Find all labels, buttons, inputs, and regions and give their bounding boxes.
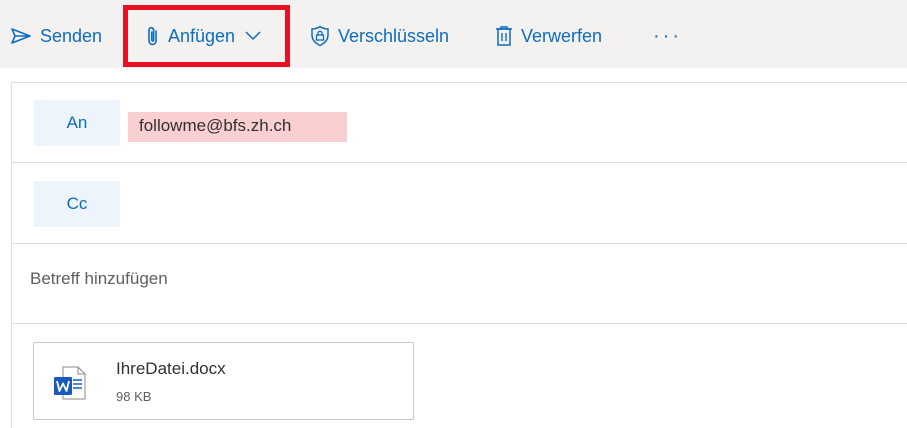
attachment-name: IhreDatei.docx	[116, 359, 226, 378]
send-label: Senden	[40, 25, 103, 46]
send-button[interactable]: Senden	[10, 22, 102, 50]
cc-button[interactable]: Cc	[34, 181, 120, 227]
discard-button[interactable]: Verwerfen	[495, 22, 602, 50]
attach-label: Anfügen	[168, 25, 236, 46]
send-icon	[10, 27, 32, 45]
more-options-button[interactable]: ···	[653, 22, 682, 50]
encrypt-button[interactable]: Verschlüsseln	[310, 22, 449, 50]
chevron-down-icon[interactable]	[245, 31, 261, 41]
trash-icon	[495, 25, 513, 47]
more-options-icon: ···	[653, 24, 682, 47]
compose-form: An followme@bfs.zh.ch Cc Betreff hinzufü…	[11, 82, 907, 428]
divider	[12, 162, 907, 163]
shield-lock-icon	[310, 25, 330, 47]
subject-input[interactable]: Betreff hinzufügen	[30, 269, 168, 289]
divider	[12, 243, 907, 244]
attachment-card[interactable]: IhreDatei.docx 98 KB	[33, 342, 414, 420]
compose-toolbar: Senden Anfügen Verschlüsseln Verwerfen ·…	[0, 0, 907, 68]
discard-label: Verwerfen	[521, 25, 603, 46]
paperclip-icon	[146, 25, 160, 47]
to-button[interactable]: An	[34, 100, 120, 146]
encrypt-label: Verschlüsseln	[338, 25, 450, 46]
mail-compose-window: Senden Anfügen Verschlüsseln Verwerfen ·…	[0, 0, 907, 428]
attachment-size: 98 KB	[116, 389, 152, 404]
word-document-icon	[53, 365, 87, 406]
divider	[12, 323, 907, 324]
to-recipient-chip[interactable]: followme@bfs.zh.ch	[128, 112, 347, 142]
attach-button[interactable]: Anfügen	[146, 22, 261, 50]
